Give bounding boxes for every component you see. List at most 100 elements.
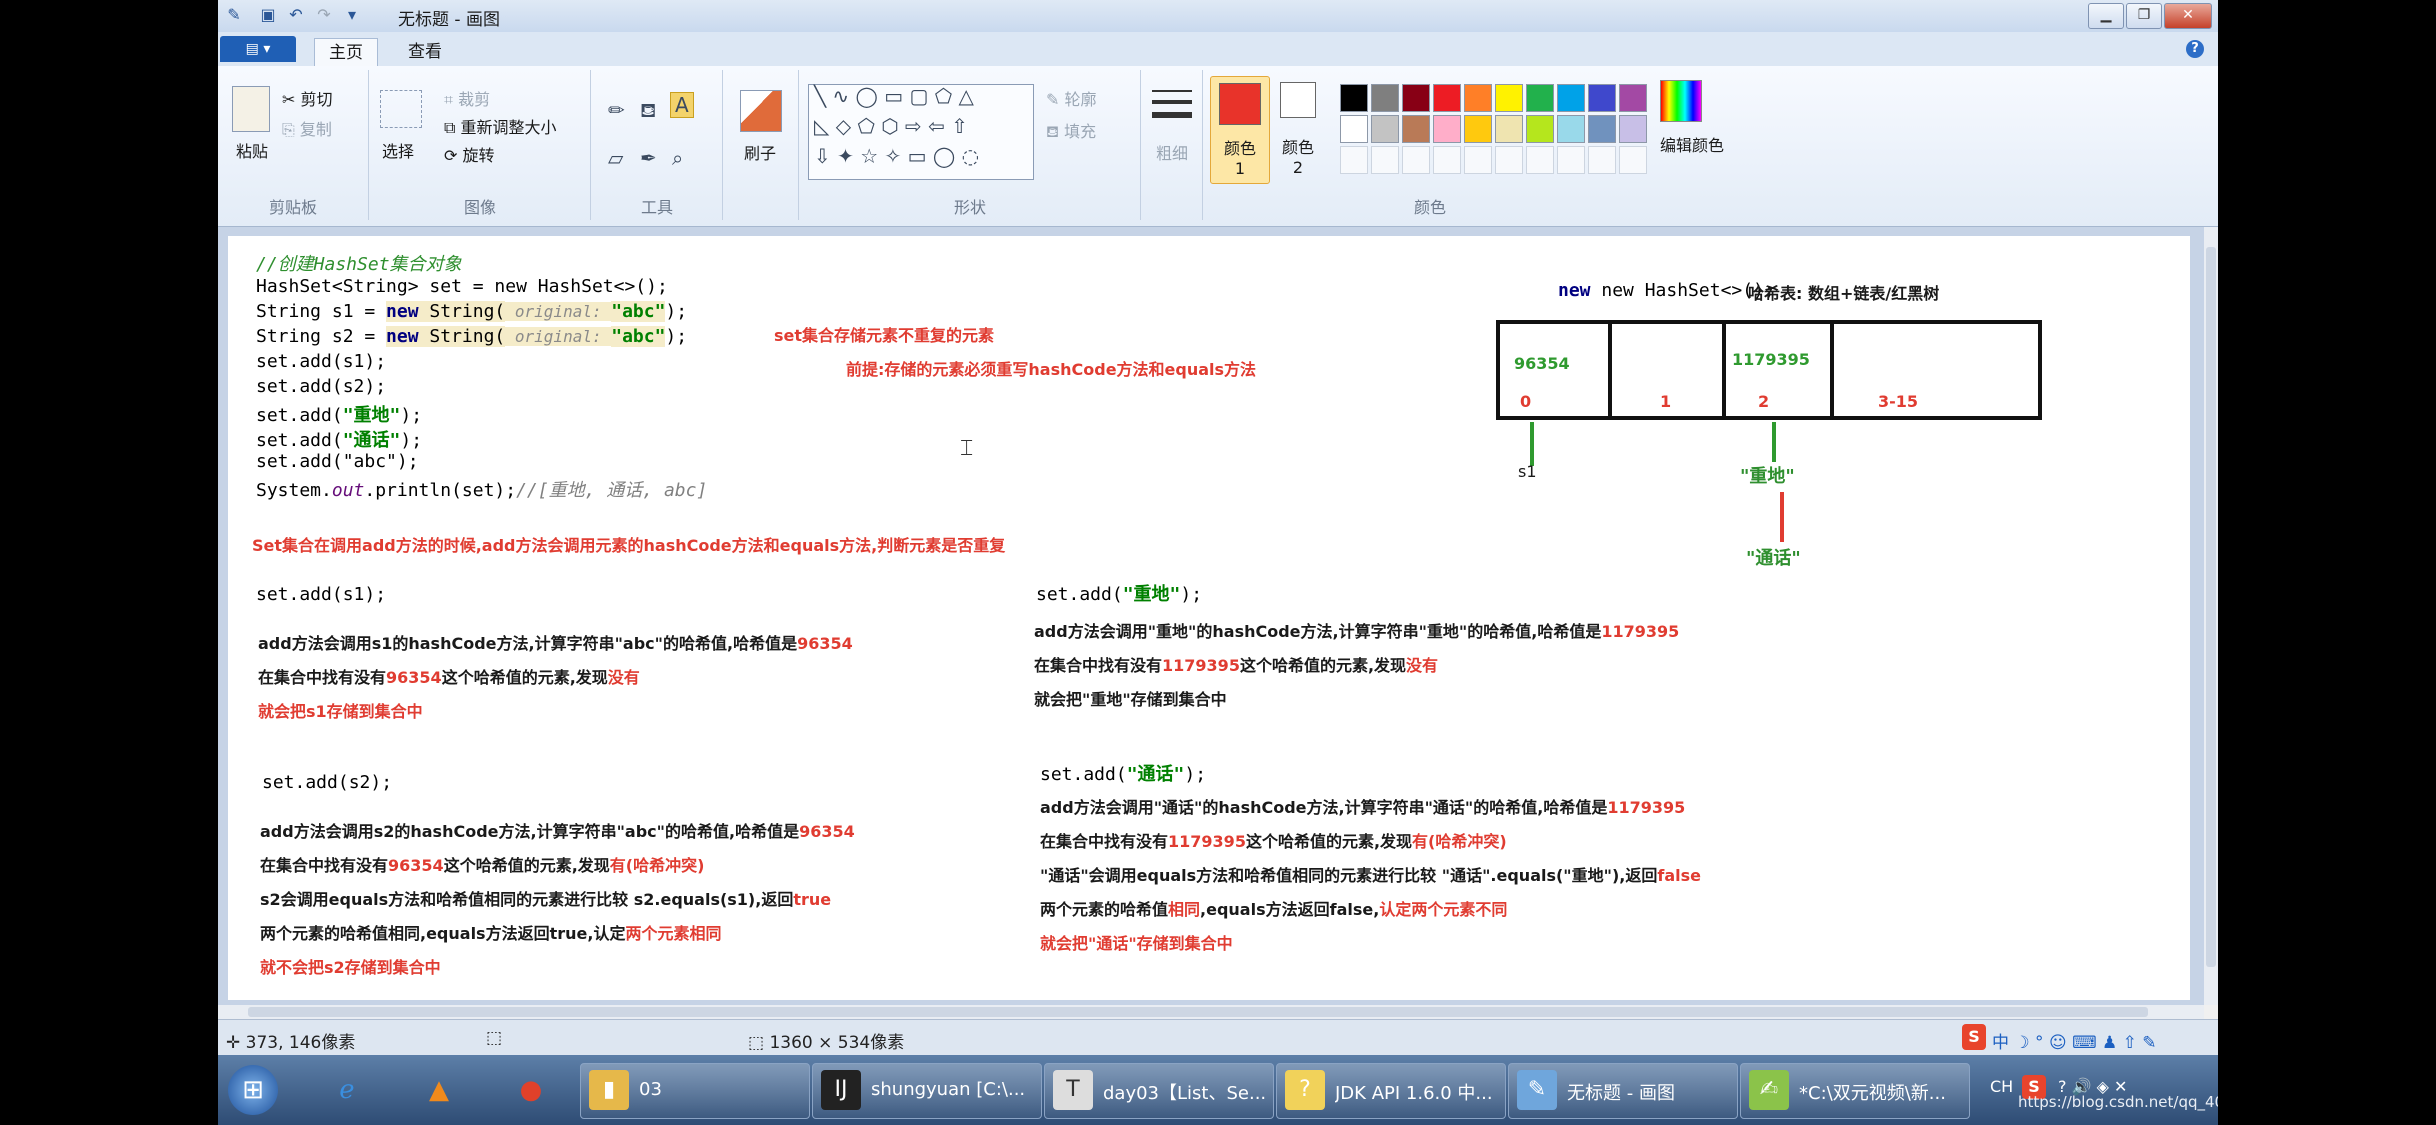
sogou-ime-icon[interactable]: S — [1962, 1024, 1986, 1050]
palette-color-swatch[interactable] — [1619, 84, 1647, 112]
image-size-icon: ⬚ — [748, 1033, 770, 1053]
triangle-shape-icon[interactable]: ◺ ◇ ⬠ ⬡ ⇨ ⇦ ⇧ — [814, 114, 968, 138]
node-s1: s1 — [1518, 462, 1537, 481]
start-button-icon[interactable]: ⊞ — [228, 1065, 278, 1115]
custom-color-swatch[interactable] — [1340, 146, 1368, 174]
color1-button[interactable]: 颜色 1 — [1210, 76, 1270, 184]
block-line: 在集合中找有没有96354这个哈希值的元素,发现有(哈希冲突) — [260, 856, 705, 875]
custom-color-swatch[interactable] — [1402, 146, 1430, 174]
image-group: 选择 ⌗ 裁剪 ⧉ 重新调整大小 ⟳ 旋转 图像 — [370, 70, 591, 220]
select-button[interactable]: 选择 — [382, 138, 414, 162]
text-tool-icon[interactable]: A — [670, 92, 694, 118]
arrow-shape-icon[interactable]: ⇩ ✦ ☆ ✧ ▭ ◯ ◌ — [814, 144, 979, 168]
color1-swatch — [1219, 83, 1261, 125]
code-line: set.add("重地"); — [256, 405, 423, 426]
palette-color-swatch[interactable] — [1557, 84, 1585, 112]
vertical-scroll-thumb[interactable] — [2206, 247, 2216, 967]
array-index-3-15: 3-15 — [1878, 392, 1919, 411]
vertical-scrollbar[interactable] — [2204, 227, 2218, 1005]
select-icon[interactable] — [380, 90, 422, 128]
palette-color-swatch[interactable] — [1402, 115, 1430, 143]
undo-icon[interactable]: ↶ — [286, 5, 306, 25]
tab-home[interactable]: 主页 — [314, 38, 378, 67]
palette-color-swatch[interactable] — [1588, 115, 1616, 143]
customize-quick-access-icon[interactable]: ▾ — [342, 5, 362, 25]
block-line: 就会把"重地"存储到集合中 — [1034, 690, 1227, 709]
color2-button[interactable]: 颜色 2 — [1274, 76, 1324, 182]
taskbar-button[interactable]: ? JDK API 1.6.0 中... — [1276, 1063, 1506, 1119]
palette-color-swatch[interactable] — [1526, 115, 1554, 143]
link-line — [1780, 492, 1784, 542]
taskbar-button[interactable]: ✎ 无标题 - 画图 — [1508, 1063, 1738, 1119]
palette-color-swatch[interactable] — [1464, 115, 1492, 143]
paste-button[interactable]: 粘贴 — [236, 138, 268, 162]
brushes-button[interactable]: 刷子 — [744, 140, 776, 164]
crop-button[interactable]: ⌗ 裁剪 — [444, 86, 490, 110]
fill-button[interactable]: ⛾ 填充 — [1046, 118, 1096, 143]
edit-colors-button[interactable]: 编辑颜色 — [1660, 132, 1724, 156]
custom-color-swatch[interactable] — [1588, 146, 1616, 174]
custom-color-swatch[interactable] — [1526, 146, 1554, 174]
cut-button[interactable]: ✂ 剪切 — [282, 86, 333, 110]
custom-color-swatch[interactable] — [1433, 146, 1461, 174]
help-icon[interactable]: ? — [2186, 40, 2204, 58]
taskbar-button[interactable]: ✍ *C:\双元视频\新... — [1740, 1063, 1970, 1119]
paste-icon[interactable] — [232, 86, 270, 132]
redo-icon[interactable]: ↷ — [314, 5, 334, 25]
block-line: 就会把"通话"存储到集合中 — [1040, 934, 1233, 953]
palette-color-swatch[interactable] — [1371, 115, 1399, 143]
palette-color-swatch[interactable] — [1495, 84, 1523, 112]
save-icon[interactable]: ▣ — [258, 5, 278, 25]
clipboard-group-label: 剪贴板 — [268, 198, 317, 217]
record-icon[interactable]: ● — [506, 1065, 556, 1115]
tab-view[interactable]: 查看 — [394, 38, 456, 66]
magnifier-icon[interactable]: ⌕ — [672, 146, 683, 170]
color-picker-icon[interactable]: ✒ — [640, 146, 657, 170]
drawing-canvas[interactable]: //创建HashSet集合对象 HashSet<String> set = ne… — [228, 236, 2190, 1000]
palette-color-swatch[interactable] — [1495, 115, 1523, 143]
minimize-button[interactable]: ▁ — [2088, 3, 2124, 29]
taskbar-button[interactable]: ▮ 03 — [580, 1063, 810, 1119]
custom-color-swatch[interactable] — [1557, 146, 1585, 174]
palette-color-swatch[interactable] — [1340, 115, 1368, 143]
palette-color-swatch[interactable] — [1433, 115, 1461, 143]
custom-color-swatch[interactable] — [1464, 146, 1492, 174]
palette-color-swatch[interactable] — [1340, 84, 1368, 112]
palette-color-swatch[interactable] — [1371, 84, 1399, 112]
eraser-icon[interactable]: ▱ — [608, 146, 623, 170]
outline-button[interactable]: ✎ 轮廓 — [1046, 86, 1097, 110]
close-button[interactable]: ✕ — [2164, 3, 2212, 29]
pencil-icon[interactable]: ✏ — [608, 98, 625, 122]
brush-icon[interactable] — [740, 90, 782, 132]
line-shape-icon[interactable]: ╲ ∿ ◯ ▭ ▢ ⬠ △ — [814, 84, 974, 108]
rotate-button[interactable]: ⟳ 旋转 — [444, 142, 495, 166]
horizontal-scrollbar[interactable] — [218, 1005, 2204, 1019]
block-line: add方法会调用"通话"的hashCode方法,计算字符串"通话"的哈希值,哈希… — [1040, 798, 1686, 817]
color2-label: 颜色 2 — [1281, 138, 1314, 177]
taskbar-button[interactable]: IJ shungyuan [C:\... — [812, 1063, 1042, 1119]
language-indicator[interactable]: CH — [1990, 1077, 2013, 1096]
edit-colors-icon[interactable] — [1660, 80, 1702, 122]
size-button[interactable]: 粗细 — [1156, 140, 1188, 164]
palette-color-swatch[interactable] — [1464, 84, 1492, 112]
palette-color-swatch[interactable] — [1402, 84, 1430, 112]
ime-toolbar[interactable]: 中 ☽ ° ☺ ⌨ ♟ ⇧ ✎ — [1992, 1028, 2157, 1053]
palette-color-swatch[interactable] — [1526, 84, 1554, 112]
fill-icon[interactable]: ⛾ — [640, 98, 656, 125]
copy-button[interactable]: ⎘ 复制 — [282, 116, 332, 140]
ie-icon[interactable]: ℯ — [322, 1065, 372, 1115]
vlc-icon[interactable]: ▲ — [414, 1065, 464, 1115]
horizontal-scroll-thumb[interactable] — [248, 1007, 2148, 1017]
custom-color-swatch[interactable] — [1619, 146, 1647, 174]
palette-color-swatch[interactable] — [1557, 115, 1585, 143]
taskbar-button[interactable]: Tday03【List、Se... — [1044, 1063, 1274, 1119]
palette-color-swatch[interactable] — [1619, 115, 1647, 143]
cursor-position: ✛ 373, 146像素 — [226, 1033, 356, 1053]
custom-color-swatch[interactable] — [1371, 146, 1399, 174]
palette-color-swatch[interactable] — [1588, 84, 1616, 112]
palette-color-swatch[interactable] — [1433, 84, 1461, 112]
file-menu-button[interactable]: ▤ ▾ — [220, 36, 296, 62]
resize-button[interactable]: ⧉ 重新调整大小 — [444, 114, 557, 138]
custom-color-swatch[interactable] — [1495, 146, 1523, 174]
maximize-button[interactable]: ❐ — [2126, 3, 2162, 29]
